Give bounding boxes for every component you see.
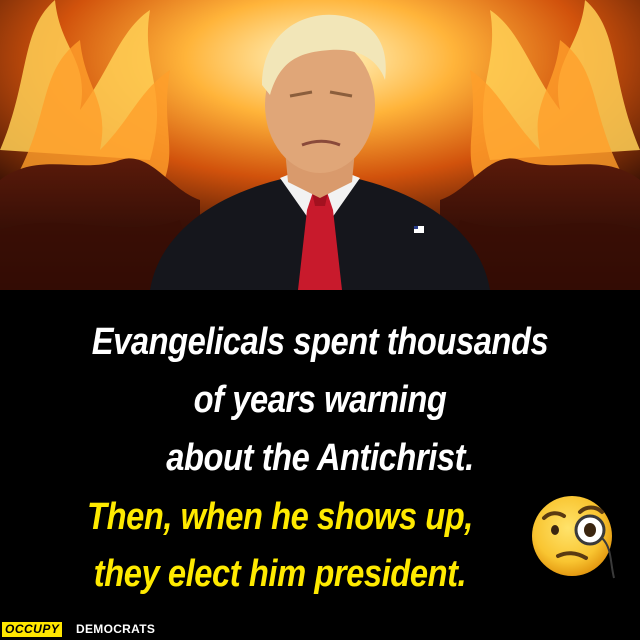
caption-highlight-line-1: Then, when he shows up, [87,496,473,538]
caption-highlight-line-2: they elect him president. [93,553,467,595]
caption-line-1: Evangelicals spent thousands [91,321,549,363]
brand-badge: OCCUPY [2,622,63,637]
background-photo [0,0,640,290]
footer-branding: OCCUPY DEMOCRATS [0,620,640,640]
fire-scene [0,0,640,290]
caption-line-2: of years warning [193,379,447,421]
face-with-monocle-icon [528,488,624,584]
caption-line-3: about the Antichrist. [166,437,474,479]
brand-name: DEMOCRATS [76,622,156,636]
